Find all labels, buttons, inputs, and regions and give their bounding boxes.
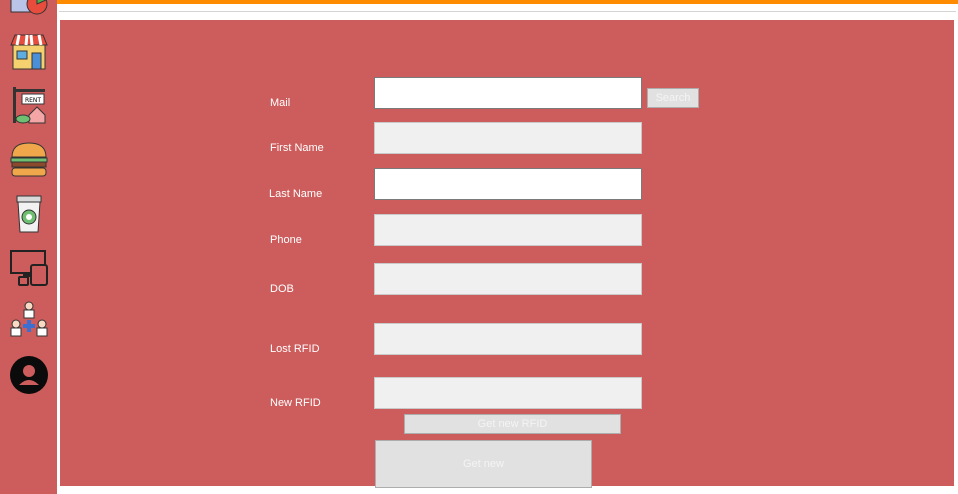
devices-icon[interactable] (9, 247, 49, 287)
form-panel: Mail Search First Name Last Name Phone D… (60, 20, 954, 488)
sidebar: RENT (0, 0, 57, 494)
get-new-button[interactable]: Get new (375, 440, 592, 488)
charts-icon[interactable] (9, 0, 49, 18)
get-new-rfid-button[interactable]: Get new RFID (404, 414, 621, 434)
lost-rfid-label: Lost RFID (270, 343, 320, 355)
phone-label: Phone (270, 234, 302, 246)
store-icon[interactable] (9, 31, 49, 71)
phone-field (374, 214, 642, 246)
last-name-label: Last Name (269, 188, 323, 200)
dob-field (374, 263, 642, 295)
mail-input[interactable] (374, 77, 642, 109)
rent-sign-icon[interactable]: RENT (9, 85, 49, 125)
new-rfid-label: New RFID (270, 397, 321, 409)
first-name-field (374, 122, 642, 154)
search-button[interactable]: Search (647, 88, 699, 108)
mail-label: Mail (270, 97, 291, 109)
rent-sign-text: RENT (25, 97, 41, 104)
lost-rfid-field (374, 323, 642, 355)
dob-label: DOB (270, 283, 294, 295)
coffee-cup-icon[interactable] (9, 194, 49, 234)
first-name-label: First Name (270, 142, 324, 154)
team-medical-icon[interactable] (9, 300, 49, 340)
new-rfid-field (374, 377, 642, 409)
last-name-input[interactable] (374, 168, 642, 200)
user-avatar-icon[interactable] (9, 355, 49, 395)
burger-icon[interactable] (9, 139, 49, 179)
frame-divider (59, 11, 956, 12)
